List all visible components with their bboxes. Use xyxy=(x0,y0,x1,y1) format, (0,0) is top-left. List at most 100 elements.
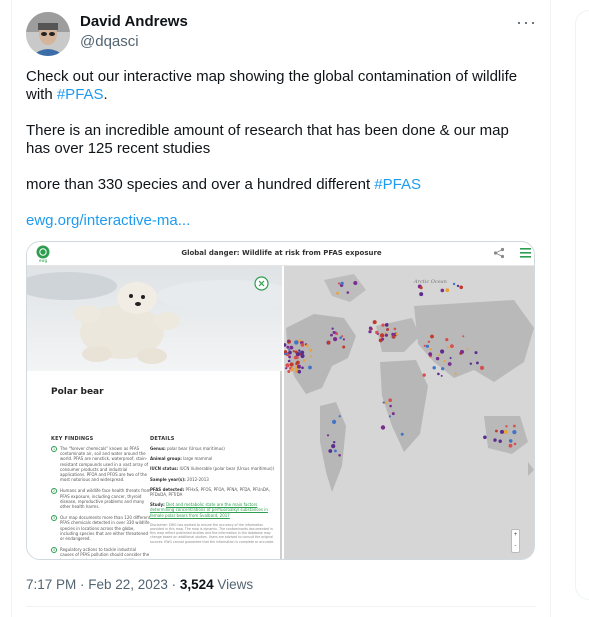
map-marker[interactable] xyxy=(419,286,423,290)
map-marker[interactable] xyxy=(294,340,299,345)
map-marker[interactable] xyxy=(429,348,432,351)
avatar[interactable] xyxy=(26,12,70,56)
map-marker[interactable] xyxy=(495,429,498,433)
map-marker[interactable] xyxy=(308,365,312,370)
map-marker[interactable] xyxy=(450,344,454,348)
map-marker[interactable] xyxy=(384,333,388,337)
map-marker[interactable] xyxy=(425,344,429,348)
map-marker[interactable] xyxy=(353,281,358,285)
map-marker[interactable] xyxy=(449,357,452,359)
author-name[interactable]: David Andrews xyxy=(80,13,188,30)
map-marker[interactable] xyxy=(333,337,338,342)
map-marker[interactable] xyxy=(454,372,457,375)
map-marker[interactable] xyxy=(512,430,517,435)
map-marker[interactable] xyxy=(289,362,294,367)
map-marker[interactable] xyxy=(382,401,385,404)
media-card[interactable]: ewg Global danger: Wildlife at risk from… xyxy=(26,241,535,560)
zoom-controls[interactable]: + - xyxy=(511,529,520,553)
map-marker[interactable] xyxy=(508,439,513,443)
map-marker[interactable] xyxy=(297,364,301,369)
map-marker[interactable] xyxy=(474,351,478,355)
map-marker[interactable] xyxy=(375,330,379,335)
map-marker[interactable] xyxy=(368,330,372,334)
map-marker[interactable] xyxy=(285,363,290,368)
map-marker[interactable] xyxy=(381,323,385,327)
map-marker[interactable] xyxy=(476,361,479,365)
map-marker[interactable] xyxy=(462,335,465,338)
map-marker[interactable] xyxy=(391,412,395,416)
map-marker[interactable] xyxy=(297,369,302,374)
map-marker[interactable] xyxy=(500,429,504,434)
map-marker[interactable] xyxy=(422,373,426,377)
author-handle[interactable]: @dqasci xyxy=(80,33,139,50)
map-marker[interactable] xyxy=(335,332,339,335)
map-marker[interactable] xyxy=(327,340,331,345)
external-link[interactable]: ewg.org/interactive-ma... xyxy=(26,212,190,229)
map-marker[interactable] xyxy=(287,359,291,363)
map-marker[interactable] xyxy=(508,443,513,448)
map-marker[interactable] xyxy=(285,367,288,370)
map-marker[interactable] xyxy=(427,340,431,343)
map-marker[interactable] xyxy=(446,346,449,349)
map-marker[interactable] xyxy=(513,424,516,428)
map-marker[interactable] xyxy=(435,356,440,361)
map-marker[interactable] xyxy=(305,344,309,348)
tweet-timestamp[interactable]: 7:17 PM · Feb 22, 2023 · xyxy=(26,577,180,592)
map-marker[interactable] xyxy=(293,355,298,360)
map-marker[interactable] xyxy=(419,292,424,297)
map-marker[interactable] xyxy=(386,328,390,331)
map-marker[interactable] xyxy=(445,288,450,293)
map-marker[interactable] xyxy=(286,345,290,349)
map-marker[interactable] xyxy=(498,439,502,443)
map-marker[interactable] xyxy=(388,398,392,402)
map-marker[interactable] xyxy=(445,338,449,342)
map-marker[interactable] xyxy=(309,355,312,358)
map-marker[interactable] xyxy=(430,334,434,339)
map-marker[interactable] xyxy=(300,353,305,359)
world-map[interactable]: Arctic Ocean + - xyxy=(284,266,534,559)
map-marker[interactable] xyxy=(388,415,391,418)
map-marker[interactable] xyxy=(292,350,295,353)
more-options-icon[interactable]: ··· xyxy=(516,12,537,33)
map-marker[interactable] xyxy=(332,331,336,334)
map-marker[interactable] xyxy=(309,348,313,352)
map-marker[interactable] xyxy=(328,449,333,453)
map-marker[interactable] xyxy=(300,350,305,355)
map-marker[interactable] xyxy=(441,367,445,371)
map-marker[interactable] xyxy=(296,352,301,357)
map-marker[interactable] xyxy=(368,326,373,330)
map-marker[interactable] xyxy=(334,449,337,453)
map-marker[interactable] xyxy=(505,425,508,428)
map-marker[interactable] xyxy=(331,444,336,449)
map-marker[interactable] xyxy=(380,425,386,430)
map-marker[interactable] xyxy=(479,365,485,370)
share-icon[interactable] xyxy=(493,247,505,259)
map-marker[interactable] xyxy=(423,344,426,347)
map-marker[interactable] xyxy=(342,345,346,349)
map-marker[interactable] xyxy=(392,335,396,339)
map-marker[interactable] xyxy=(443,360,446,363)
map-marker[interactable] xyxy=(346,291,350,294)
map-marker[interactable] xyxy=(440,349,445,354)
map-marker[interactable] xyxy=(333,441,336,444)
map-marker[interactable] xyxy=(326,434,330,437)
map-marker[interactable] xyxy=(340,281,344,286)
map-marker[interactable] xyxy=(460,349,464,354)
map-marker[interactable] xyxy=(332,419,337,424)
map-marker[interactable] xyxy=(337,282,341,285)
map-marker[interactable] xyxy=(372,320,377,325)
map-marker[interactable] xyxy=(331,327,334,330)
map-marker[interactable] xyxy=(469,362,472,365)
map-marker[interactable] xyxy=(400,432,404,436)
map-marker[interactable] xyxy=(395,332,399,336)
study-link[interactable]: Diet and metabolic state are the main fa… xyxy=(150,502,268,517)
map-marker[interactable] xyxy=(503,429,508,434)
map-marker[interactable] xyxy=(288,350,292,355)
map-marker[interactable] xyxy=(513,442,517,446)
map-marker[interactable] xyxy=(341,335,344,338)
map-marker[interactable] xyxy=(452,282,456,286)
map-marker[interactable] xyxy=(440,374,443,377)
map-marker[interactable] xyxy=(466,347,469,350)
close-icon[interactable] xyxy=(254,276,269,291)
map-marker[interactable] xyxy=(296,360,300,365)
